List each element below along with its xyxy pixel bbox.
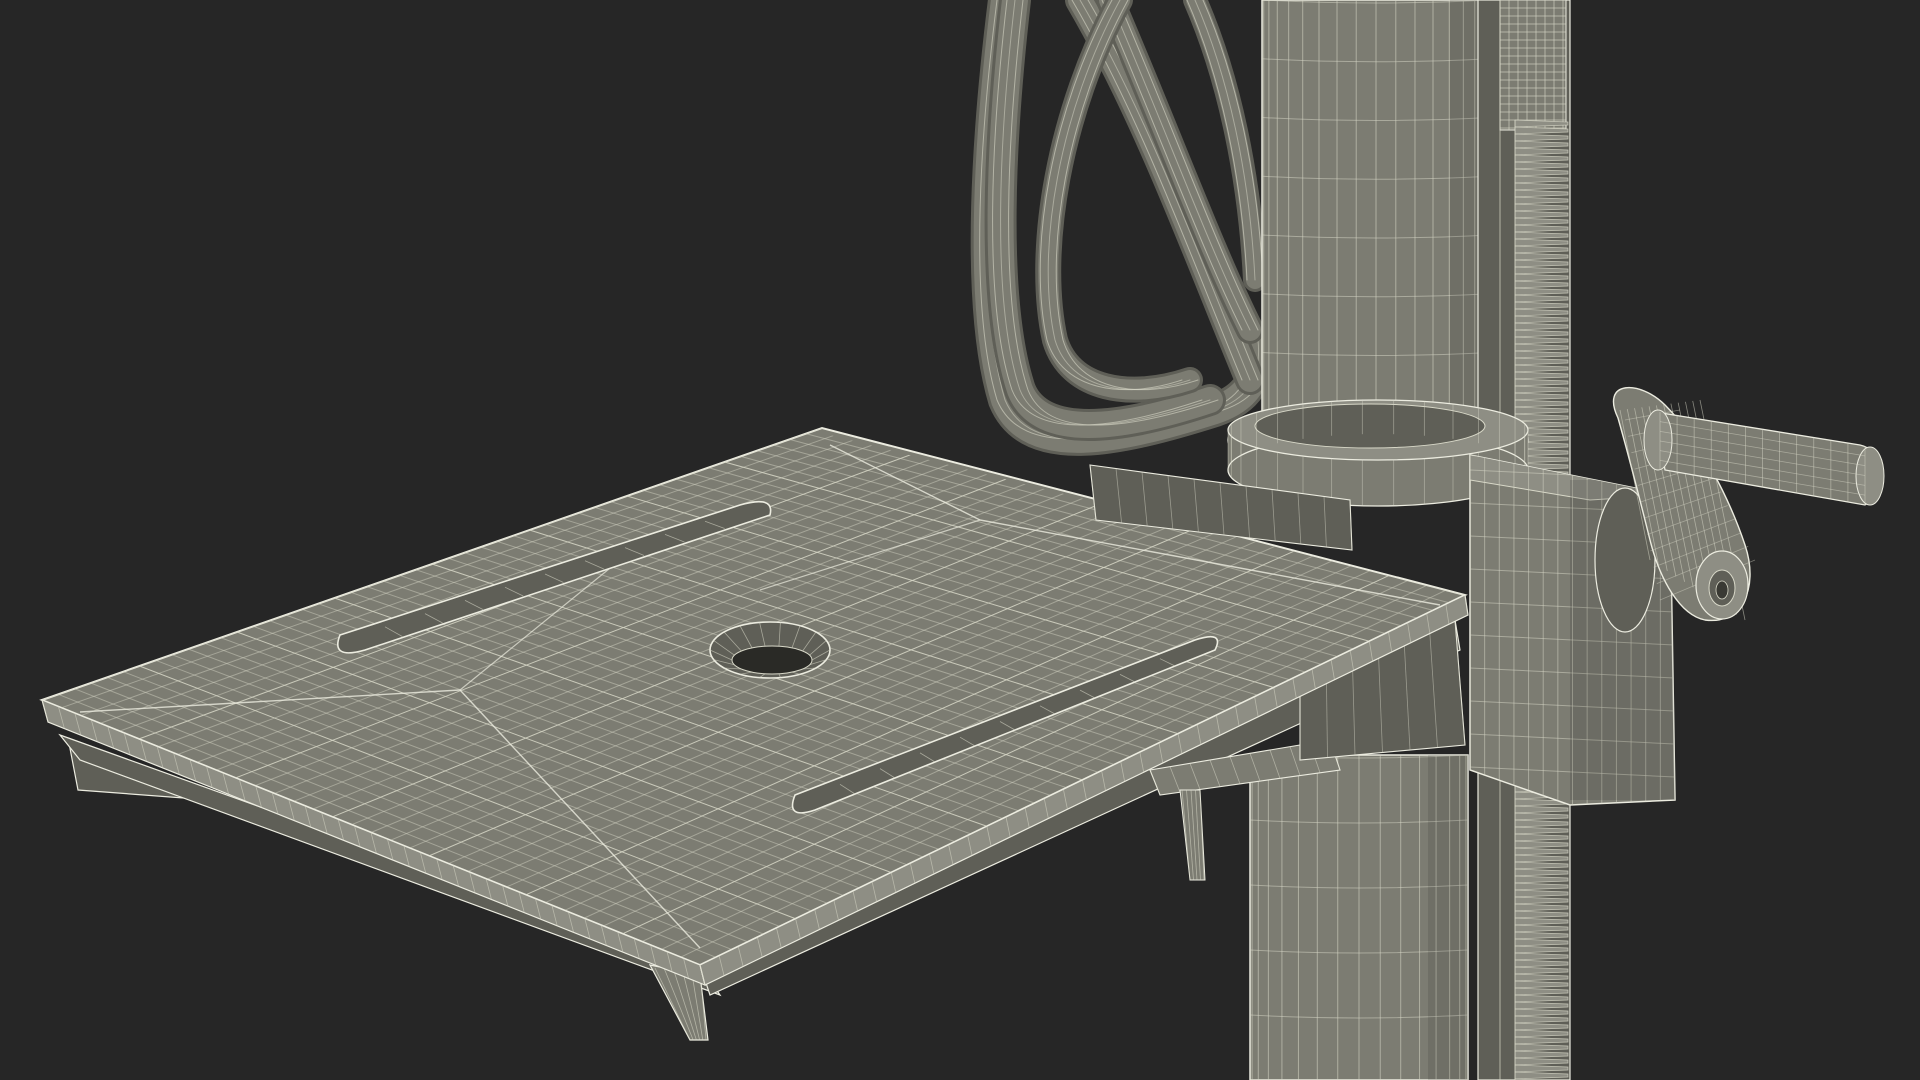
wireframe-scene bbox=[39, 0, 1885, 1080]
render-viewport bbox=[0, 0, 1920, 1080]
cable-loop-icon bbox=[970, 0, 1276, 456]
column-lower-icon bbox=[1249, 754, 1469, 1080]
crank-handle-icon bbox=[1594, 386, 1885, 633]
